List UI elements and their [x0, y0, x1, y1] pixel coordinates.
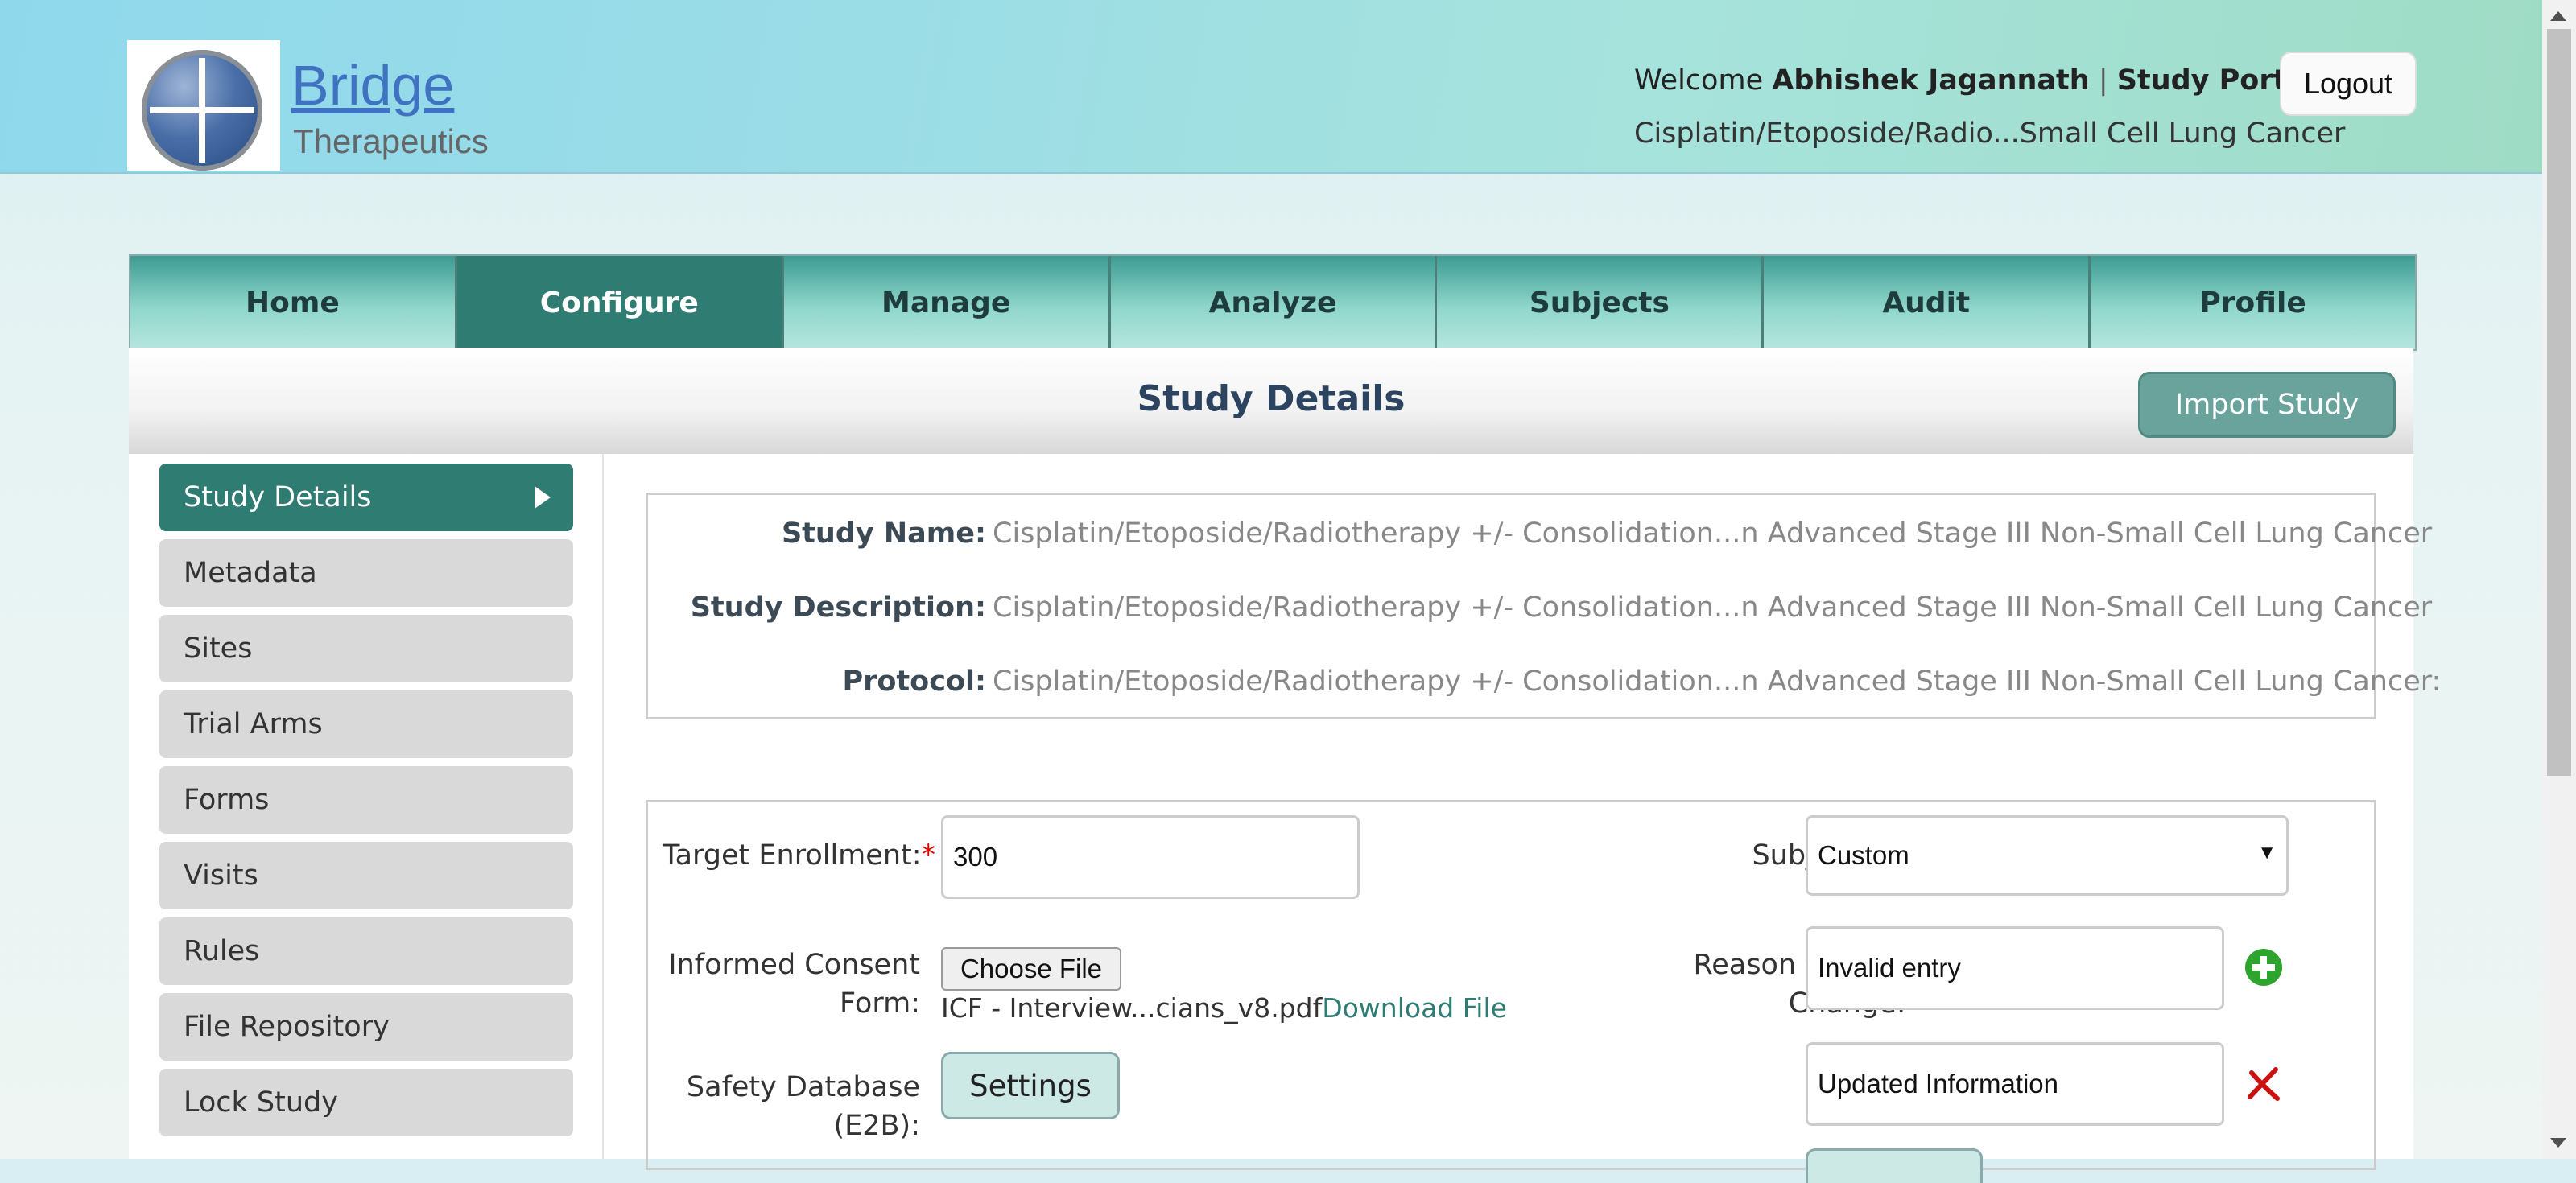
sidebar-item-file-repository[interactable]: File Repository	[159, 993, 573, 1061]
study-name-value: Cisplatin/Etoposide/Radiotherapy +/- Con…	[993, 517, 2433, 550]
study-description-label: Study Description:	[690, 592, 986, 624]
brand-name[interactable]: Bridge	[291, 53, 454, 117]
study-description-value: Cisplatin/Etoposide/Radiotherapy +/- Con…	[993, 592, 2433, 624]
sidebar-item-label: Study Details	[184, 481, 372, 513]
study-name-label: Study Name:	[781, 517, 986, 550]
tab-configure[interactable]: Configure	[456, 256, 784, 349]
target-enrollment-label-text: Target Enrollment:	[663, 839, 922, 872]
informed-consent-label-line1: Informed Consent	[668, 949, 920, 981]
protocol-value: Cisplatin/Etoposide/Radiotherapy +/- Con…	[993, 666, 2442, 698]
scroll-up-icon[interactable]	[2550, 11, 2566, 21]
main-panel: Study Details Import Study Study Details…	[129, 348, 2441, 1183]
consent-file-name: ICF - Interview...cians_v8.pdf	[941, 992, 1323, 1024]
sidebar-item-label: Sites	[184, 633, 253, 665]
subject-id-select[interactable]: Custom ▼	[1806, 815, 2289, 896]
sidebar: Study Details Metadata Sites Trial Arms …	[129, 454, 604, 1159]
sidebar-item-forms[interactable]: Forms	[159, 766, 573, 834]
page-title: Study Details	[1137, 378, 1406, 419]
tab-analyze[interactable]: Analyze	[1110, 256, 1438, 349]
informed-consent-label: Informed Consent Form:	[663, 946, 920, 1023]
settings-button[interactable]: Settings	[941, 1052, 1120, 1119]
safety-database-label: Safety Database (E2B):	[663, 1068, 920, 1145]
import-study-button[interactable]: Import Study	[2138, 372, 2396, 438]
target-enrollment-input[interactable]: 300	[941, 815, 1360, 899]
protocol-row: Protocol: Cisplatin/Etoposide/Radiothera…	[648, 666, 2441, 706]
choose-file-button[interactable]: Choose File	[941, 947, 1121, 991]
study-description-row: Study Description: Cisplatin/Etoposide/R…	[648, 592, 2432, 632]
sidebar-item-metadata[interactable]: Metadata	[159, 539, 573, 607]
sidebar-item-label: Lock Study	[184, 1086, 338, 1119]
target-enrollment-label: Target Enrollment:*	[663, 839, 935, 872]
caret-down-icon: ▼	[2257, 842, 2277, 864]
required-mark: *	[921, 839, 936, 872]
sidebar-item-visits[interactable]: Visits	[159, 842, 573, 909]
sidebar-item-study-details[interactable]: Study Details	[159, 464, 573, 531]
tab-home[interactable]: Home	[130, 256, 457, 349]
sidebar-item-label: Metadata	[184, 557, 317, 589]
logout-button[interactable]: Logout	[2280, 52, 2417, 116]
page-scrollbar[interactable]	[2542, 0, 2576, 1159]
safety-label-line2: (E2B):	[833, 1110, 921, 1142]
reason-input-2[interactable]: Updated Information	[1806, 1042, 2224, 1126]
current-study: Cisplatin/Etoposide/Radio...Small Cell L…	[1634, 117, 2346, 150]
tab-subjects[interactable]: Subjects	[1437, 256, 1765, 349]
welcome-line: Welcome Abhishek Jagannath | Study Porta…	[1634, 64, 2315, 97]
download-file-link[interactable]: Download File	[1322, 992, 1507, 1024]
brand-tagline: Therapeutics	[293, 122, 489, 160]
sidebar-item-label: Visits	[184, 859, 258, 892]
consent-file-row: ICF - Interview...cians_v8.pdfDownload F…	[941, 992, 1507, 1024]
protocol-label: Protocol:	[842, 666, 986, 698]
logo-orb-icon	[142, 50, 262, 171]
study-info-box: Study Name: Cisplatin/Etoposide/Radiothe…	[646, 493, 2441, 719]
site-header: Bridge Therapeutics Welcome Abhishek Jag…	[0, 0, 2542, 174]
title-bar: Study Details Import Study	[129, 348, 2413, 454]
partial-button[interactable]	[1806, 1148, 1983, 1183]
tab-audit[interactable]: Audit	[1764, 256, 2091, 349]
reason-input-1[interactable]: Invalid entry	[1806, 926, 2224, 1010]
user-name: Abhishek Jagannath	[1772, 64, 2090, 97]
study-config-form: Target Enrollment:* 300 Subject ID:* Cus…	[646, 800, 2376, 1183]
subject-id-selected: Custom	[1818, 840, 1909, 870]
main-nav: Home Configure Manage Analyze Subjects A…	[129, 254, 2417, 351]
sidebar-item-rules[interactable]: Rules	[159, 917, 573, 985]
sidebar-item-lock-study[interactable]: Lock Study	[159, 1069, 573, 1136]
scroll-thumb[interactable]	[2547, 29, 2571, 776]
sidebar-item-sites[interactable]: Sites	[159, 615, 573, 682]
safety-label-line1: Safety Database	[686, 1071, 920, 1103]
tab-manage[interactable]: Manage	[783, 256, 1111, 349]
informed-consent-label-line2: Form:	[840, 987, 920, 1020]
plus-circle-icon[interactable]	[2244, 947, 2284, 987]
welcome-separator: |	[2098, 64, 2108, 97]
sidebar-item-trial-arms[interactable]: Trial Arms	[159, 690, 573, 758]
sidebar-item-label: File Repository	[184, 1011, 390, 1043]
x-mark-icon[interactable]	[2244, 1063, 2284, 1103]
sidebar-item-label: Trial Arms	[184, 708, 323, 740]
tab-profile[interactable]: Profile	[2091, 256, 2416, 349]
bridge-logo[interactable]	[127, 40, 280, 171]
sidebar-item-label: Rules	[184, 935, 260, 967]
sidebar-item-label: Forms	[184, 784, 270, 816]
study-name-row: Study Name: Cisplatin/Etoposide/Radiothe…	[648, 517, 2432, 558]
scroll-down-icon[interactable]	[2550, 1138, 2566, 1148]
triangle-right-icon	[535, 486, 551, 509]
welcome-prefix: Welcome	[1634, 64, 1764, 97]
